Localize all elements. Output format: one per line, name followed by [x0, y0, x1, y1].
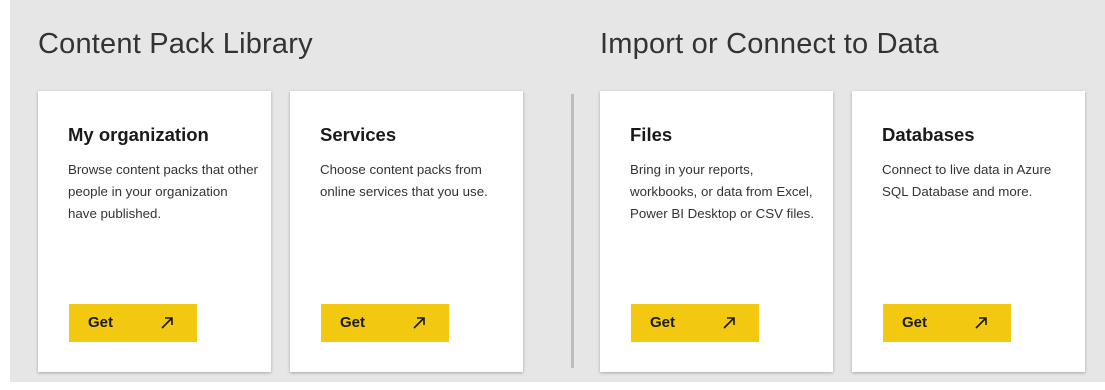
- card-databases: Databases Connect to live data in Azure …: [852, 91, 1085, 372]
- arrow-up-right-icon: [413, 317, 425, 329]
- arrow-up-right-icon: [161, 317, 173, 329]
- get-data-panel: Content Pack Library Import or Connect t…: [10, 0, 1105, 382]
- get-button-label: Get: [902, 314, 928, 331]
- get-files-button[interactable]: Get: [631, 304, 759, 342]
- card-title: My organization: [68, 124, 209, 145]
- card-my-organization: My organization Browse content packs tha…: [38, 91, 271, 372]
- section-divider: [571, 94, 574, 368]
- card-services: Services Choose content packs from onlin…: [290, 91, 523, 372]
- card-description: Connect to live data in Azure SQL Databa…: [882, 162, 1052, 199]
- card-description: Bring in your reports, workbooks, or dat…: [630, 162, 815, 221]
- get-button-label: Get: [88, 314, 114, 331]
- get-databases-button[interactable]: Get: [883, 304, 1011, 342]
- card-title: Files: [630, 124, 673, 145]
- card-description: Browse content packs that other people i…: [68, 162, 258, 221]
- get-services-button[interactable]: Get: [321, 304, 449, 342]
- arrow-up-right-icon: [723, 317, 735, 329]
- import-connect-title: Import or Connect to Data: [600, 28, 939, 60]
- get-my-organization-button[interactable]: Get: [69, 304, 197, 342]
- get-button-label: Get: [650, 314, 676, 331]
- get-button-label: Get: [340, 314, 366, 331]
- content-pack-library-title: Content Pack Library: [38, 28, 313, 60]
- arrow-up-right-icon: [975, 317, 987, 329]
- card-files: Files Bring in your reports, workbooks, …: [600, 91, 833, 372]
- card-title: Databases: [882, 124, 975, 145]
- card-title: Services: [320, 124, 397, 145]
- card-description: Choose content packs from online service…: [320, 162, 488, 199]
